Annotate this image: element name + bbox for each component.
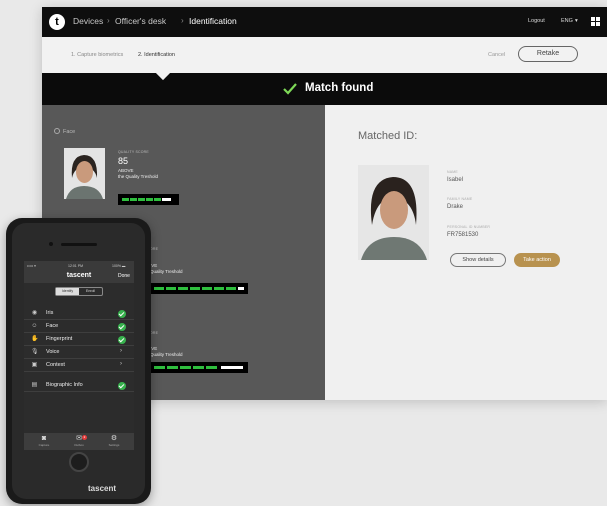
list-item-voice[interactable]: 🎙 Voice ›	[24, 346, 134, 359]
family-name-value: Drake	[447, 204, 464, 210]
quality-threshold-text: Quality Treshold	[150, 269, 183, 274]
face-radio-icon	[54, 128, 60, 134]
breadcrumb-separator-icon: ›	[181, 16, 184, 25]
tab-settings[interactable]: ⚙ Settings	[99, 435, 129, 447]
list-item-label: Iris	[46, 310, 54, 316]
step-identification: 2. Identification	[138, 52, 175, 58]
segment-identify[interactable]: Identify	[56, 288, 79, 295]
name-label: NAME	[447, 170, 458, 174]
eye-icon: ◉	[31, 310, 38, 316]
tab-label: Capture	[38, 443, 50, 447]
show-details-button[interactable]: Show details	[450, 253, 506, 267]
grid-menu-icon[interactable]	[591, 17, 600, 26]
retake-button[interactable]: Retake	[518, 46, 578, 62]
matched-id-panel: Matched ID: NAME Isabel FAMILY NAME Drak…	[325, 105, 607, 400]
matched-id-title: Matched ID:	[358, 130, 418, 142]
bottom-tab-bar: ◙ Capture ✉ Outbox 2 ⚙ Settings	[24, 433, 134, 450]
match-found-text: Match found	[305, 82, 374, 94]
app-header: tascent Done	[24, 270, 134, 283]
tab-label: Settings	[108, 443, 120, 447]
hand-icon: ✋	[31, 336, 39, 342]
chevron-down-icon: ▾	[575, 18, 578, 24]
name-value: Isabel	[447, 177, 464, 183]
tab-outbox[interactable]: ✉ Outbox 2	[64, 435, 94, 447]
personal-id-value: FR7581530	[447, 232, 479, 238]
done-button[interactable]: Done	[118, 273, 130, 279]
cancel-button[interactable]: Cancel	[488, 52, 505, 58]
chevron-right-icon: ›	[120, 348, 122, 354]
list-item-label: Voice	[46, 349, 60, 355]
step-capture-biometrics[interactable]: 1. Capture biometrics	[71, 52, 123, 58]
family-name-label: FAMILY NAME	[447, 197, 473, 201]
quality-score-label: ORE	[150, 247, 159, 251]
chevron-right-icon: ›	[120, 361, 122, 367]
tascent-logo[interactable]: t	[49, 14, 65, 30]
list-item-fingerprint[interactable]: ✋ Fingerprint	[24, 333, 134, 346]
step-bar: 1. Capture biometrics 2. Identification …	[42, 37, 607, 73]
quality-above-label: IVE	[150, 346, 158, 351]
person-icon: ☺	[31, 323, 38, 329]
gear-icon: ⚙	[110, 435, 118, 442]
phone-screen: ••••• ▾ 12:01 PM 100% ▬ tascent Done Ide…	[24, 261, 134, 450]
check-circle-icon	[118, 382, 126, 390]
check-icon	[283, 83, 297, 95]
top-navigation-bar: t Devices › Officer's desk › Identificat…	[42, 7, 607, 37]
tab-capture[interactable]: ◙ Capture	[29, 435, 59, 447]
match-found-banner: Match found	[42, 65, 607, 105]
mobile-device: ••••• ▾ 12:01 PM 100% ▬ tascent Done Ide…	[6, 218, 151, 504]
breadcrumb-devices[interactable]: Devices	[73, 16, 103, 26]
list-item-label: Fingerprint	[46, 336, 73, 342]
home-button[interactable]	[69, 452, 89, 472]
quality-above-label: IVE	[150, 263, 158, 268]
personal-id-label: PERSONAL ID NUMBER	[447, 225, 491, 229]
segment-enroll[interactable]: Enroll	[79, 288, 102, 295]
status-bar: ••••• ▾ 12:01 PM 100% ▬	[24, 261, 134, 270]
breadcrumb-separator-icon: ›	[107, 16, 110, 25]
front-camera-icon	[49, 242, 53, 246]
context-icon: ▣	[31, 362, 38, 368]
list-item-context[interactable]: ▣ Context ›	[24, 359, 134, 372]
check-circle-icon	[118, 323, 126, 331]
list-item-biographic-info[interactable]: ▤ Biographic Info	[24, 379, 134, 392]
check-circle-icon	[118, 310, 126, 318]
list-item-label: Face	[46, 323, 59, 329]
logout-link[interactable]: Logout	[528, 18, 545, 24]
breadcrumb-officers-desk[interactable]: Officer's desk	[115, 16, 166, 26]
mode-segmented-control: Identify Enroll	[55, 287, 103, 296]
quality-score-value: 85	[118, 156, 129, 166]
carrier-signal: ••••• ▾	[27, 264, 36, 268]
quality-score-label: QUALITY SCORE	[118, 150, 149, 154]
language-selector[interactable]: ENG	[561, 18, 573, 24]
quality-above-label: ABOVE	[118, 168, 134, 173]
quality-score-bar	[118, 194, 179, 205]
outbox-icon: ✉	[76, 435, 82, 442]
battery-indicator: 100% ▬	[112, 264, 126, 268]
breadcrumb-identification: Identification	[189, 16, 237, 26]
quality-threshold-text: the Quality Treshold	[118, 174, 159, 179]
list-item-label: Biographic Info	[46, 382, 83, 388]
captured-face-photo	[64, 148, 105, 199]
list-item-face[interactable]: ☺ Face	[24, 320, 134, 333]
quality-threshold-text: Quality Treshold	[150, 352, 183, 357]
quality-score-bar	[150, 362, 248, 373]
status-time: 12:01 PM	[68, 264, 83, 268]
case-brand-label: tascent	[88, 484, 117, 493]
face-section-label: Face	[63, 129, 76, 135]
microphone-icon: 🎙	[31, 349, 39, 355]
take-action-button[interactable]: Take action	[514, 253, 560, 267]
list-item-iris[interactable]: ◉ Iris	[24, 307, 134, 320]
id-card-icon: ▤	[31, 382, 38, 388]
quality-score-bar	[150, 283, 248, 294]
tab-label: Outbox	[74, 443, 84, 447]
list-item-label: Context	[46, 362, 65, 368]
matched-id-photo	[358, 165, 429, 260]
camera-icon: ◙	[41, 435, 47, 442]
quality-score-label: ORE	[150, 331, 159, 335]
earpiece-speaker	[61, 243, 97, 246]
outbox-badge: 2	[82, 435, 87, 440]
check-circle-icon	[118, 336, 126, 344]
